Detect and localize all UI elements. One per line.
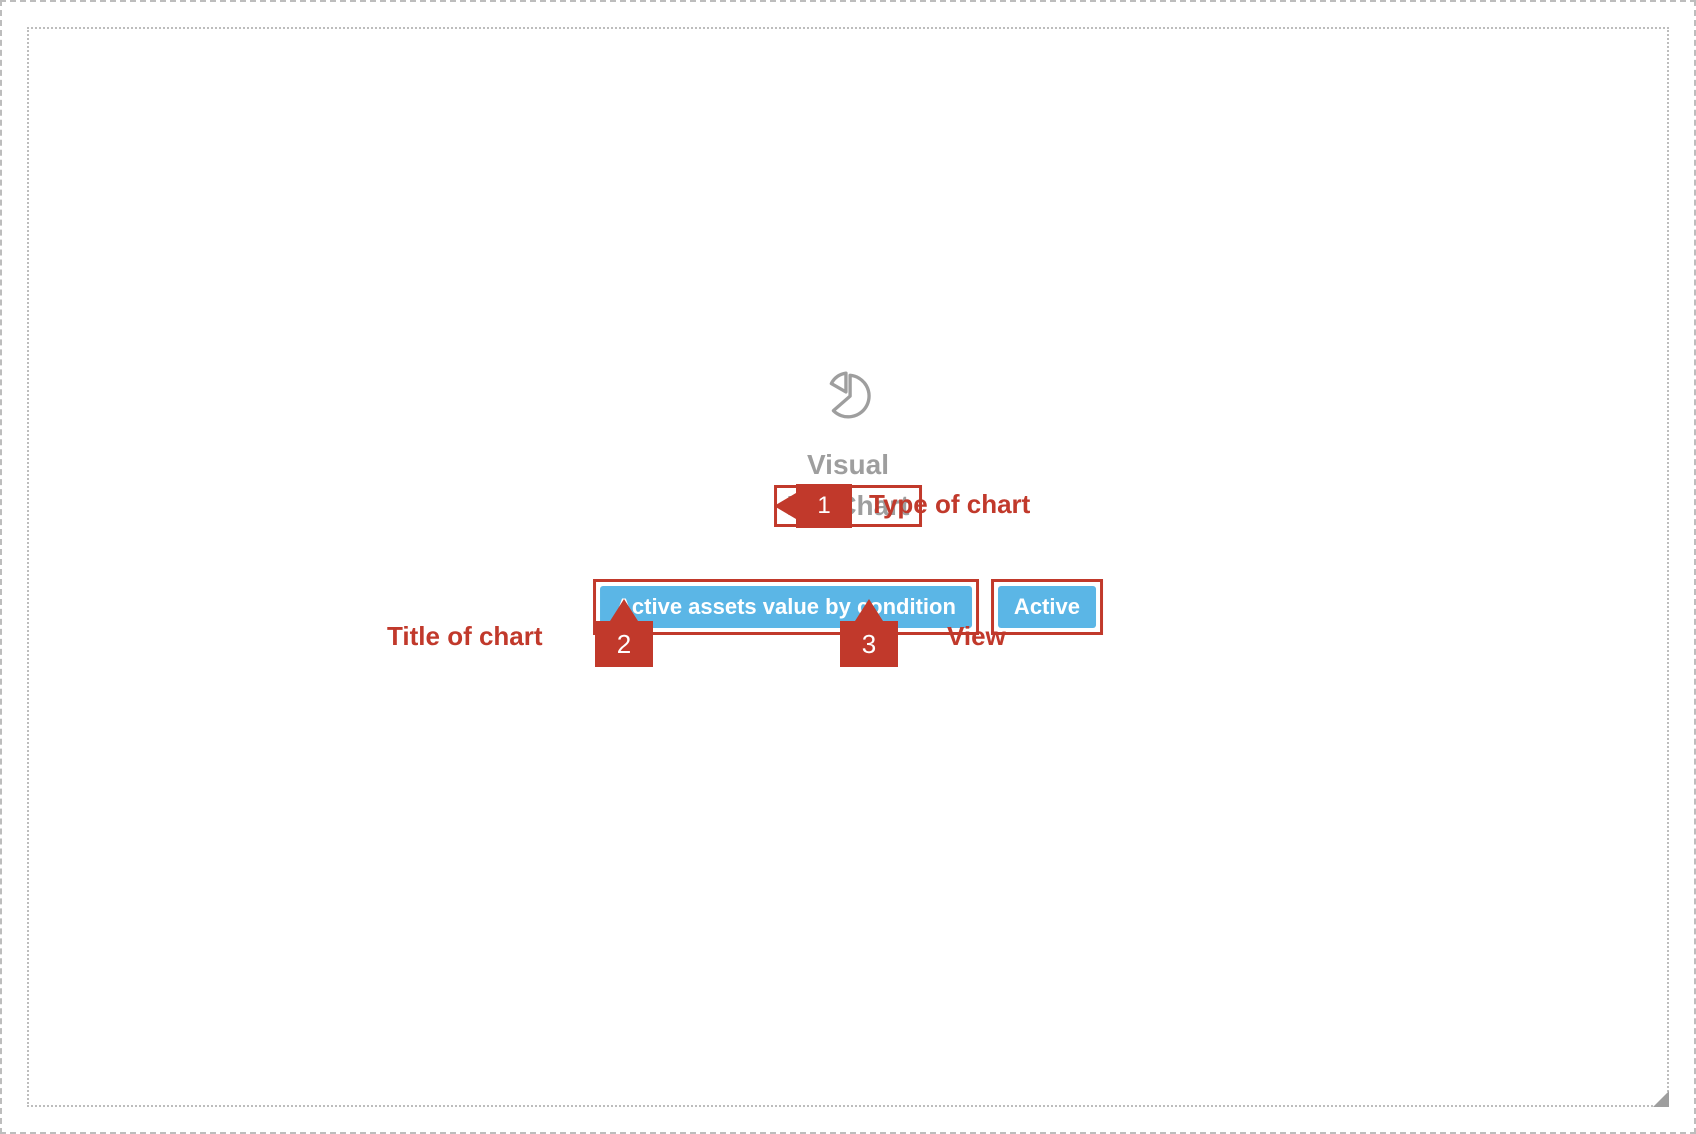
inner-dotted-frame: Visual Pie Chart Active assets value by … — [27, 27, 1669, 1107]
pie-chart-icon — [823, 369, 873, 419]
arrow-up-icon — [855, 599, 883, 621]
annotation-2-number: 2 — [595, 621, 653, 667]
annotation-1-number: 1 — [796, 484, 852, 528]
chart-title-chip-text: Active assets value by condition — [616, 594, 956, 619]
view-chip-outline: Active — [991, 579, 1103, 635]
arrow-left-icon — [774, 493, 796, 519]
arrow-up-icon — [610, 599, 638, 621]
annotation-3-number: 3 — [840, 621, 898, 667]
annotation-3-arrow: 3 — [840, 599, 898, 667]
annotation-2-arrow: 2 — [595, 599, 653, 667]
resize-handle[interactable] — [1653, 1091, 1669, 1107]
annotation-1-arrow: 1 — [774, 484, 852, 528]
visual-label: Visual — [807, 449, 889, 481]
outer-dashed-frame: Visual Pie Chart Active assets value by … — [0, 0, 1696, 1134]
annotation-1-label: Type of chart — [869, 489, 1030, 520]
view-chip-text: Active — [1014, 594, 1080, 619]
view-chip[interactable]: Active — [998, 586, 1096, 628]
annotation-3-label: View — [947, 621, 1006, 652]
chart-title-chip[interactable]: Active assets value by condition — [600, 586, 972, 628]
annotation-2-label: Title of chart — [387, 621, 543, 652]
